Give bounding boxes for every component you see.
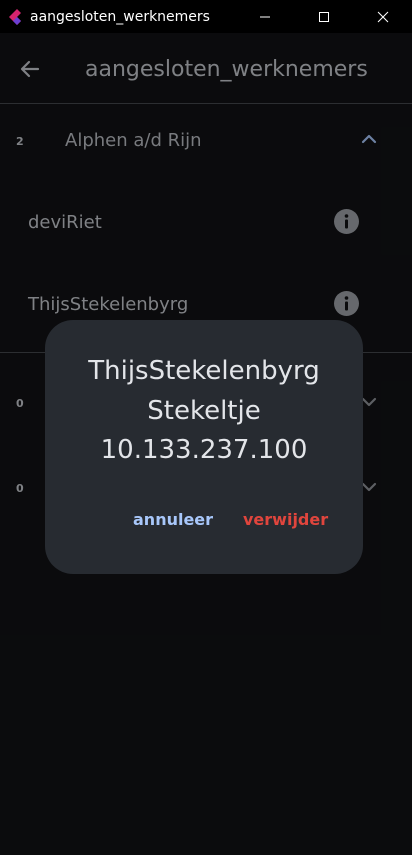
close-window-button[interactable] (353, 0, 412, 33)
window-titlebar: aangesloten_werknemers (0, 0, 412, 33)
minimize-button[interactable] (235, 0, 294, 33)
dialog-ip-address: 10.133.237.100 (100, 435, 308, 465)
cancel-button[interactable]: annuleer (133, 510, 213, 529)
window-controls (235, 0, 412, 33)
maximize-icon (318, 11, 329, 22)
maximize-button[interactable] (294, 0, 353, 33)
close-icon (377, 11, 388, 22)
delete-button[interactable]: verwijder (243, 510, 328, 529)
app-logo-icon (9, 8, 21, 25)
confirm-delete-dialog: ThijsStekelenbyrg Stekeltje 10.133.237.1… (45, 320, 363, 574)
window-title: aangesloten_werknemers (30, 8, 210, 25)
dialog-nickname: Stekeltje (147, 396, 261, 426)
dialog-employee-name: ThijsStekelenbyrg (88, 356, 320, 386)
minimize-icon (259, 16, 270, 17)
